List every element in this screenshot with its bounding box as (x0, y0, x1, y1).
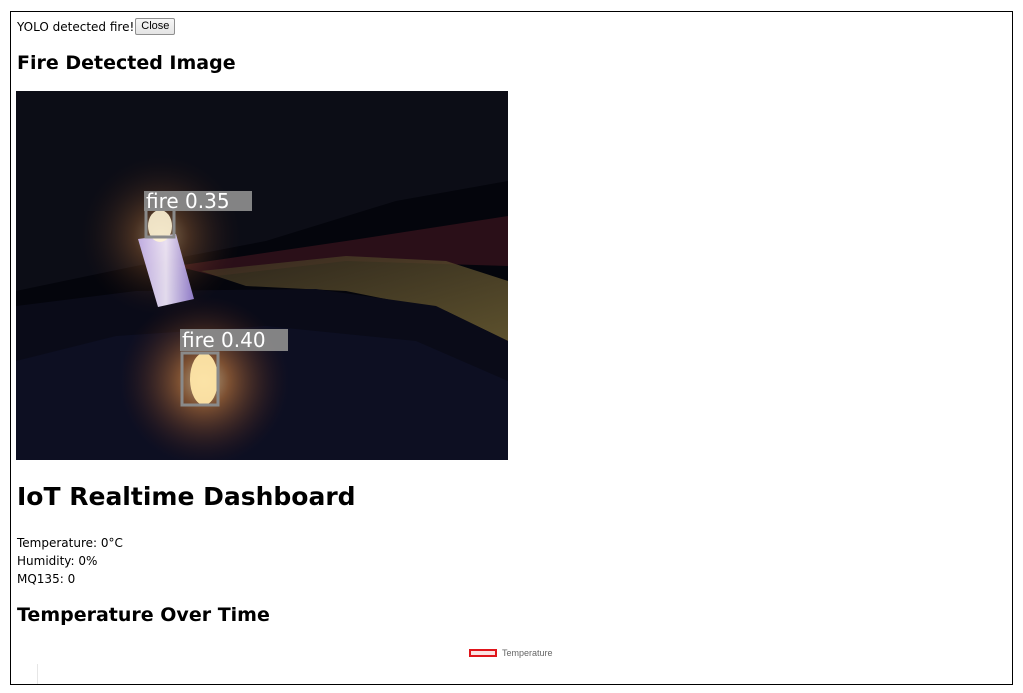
fire-alert-bar: YOLO detected fire! Close (17, 18, 176, 35)
detection-2-class: fire (182, 328, 215, 352)
dashboard-title: IoT Realtime Dashboard (17, 482, 356, 511)
detection-2-score: 0.40 (221, 328, 266, 352)
humidity-value: 0% (78, 554, 98, 568)
sensor-readouts: Temperature: 0°C Humidity: 0% MQ135: 0 (17, 534, 123, 588)
mq135-label: MQ135: (17, 572, 68, 586)
fire-image-title: Fire Detected Image (17, 52, 236, 74)
detection-label-2: fire 0.40 (182, 328, 266, 352)
temperature-readout: Temperature: 0°C (17, 534, 123, 552)
detection-label-1: fire 0.35 (146, 189, 230, 213)
detection-1-class: fire (146, 189, 179, 213)
temperature-value: 0°C (100, 536, 123, 550)
fire-detected-image: fire 0.35 fire 0.40 (16, 91, 508, 460)
chart-legend[interactable]: Temperature (469, 648, 553, 658)
humidity-readout: Humidity: 0% (17, 552, 123, 570)
alert-message: YOLO detected fire! (17, 19, 135, 34)
chart-y-axis (37, 664, 38, 684)
detection-1-score: 0.35 (185, 189, 230, 213)
legend-label: Temperature (502, 648, 553, 658)
mq135-readout: MQ135: 0 (17, 570, 123, 588)
mq135-value: 0 (67, 572, 76, 586)
temperature-label: Temperature: (17, 536, 101, 550)
humidity-label: Humidity: (17, 554, 79, 568)
temperature-chart-title: Temperature Over Time (17, 604, 270, 626)
close-button[interactable]: Close (135, 18, 176, 35)
page-frame: YOLO detected fire! Close Fire Detected … (10, 11, 1013, 685)
temperature-chart: Temperature (17, 642, 1007, 684)
legend-swatch (469, 649, 497, 657)
